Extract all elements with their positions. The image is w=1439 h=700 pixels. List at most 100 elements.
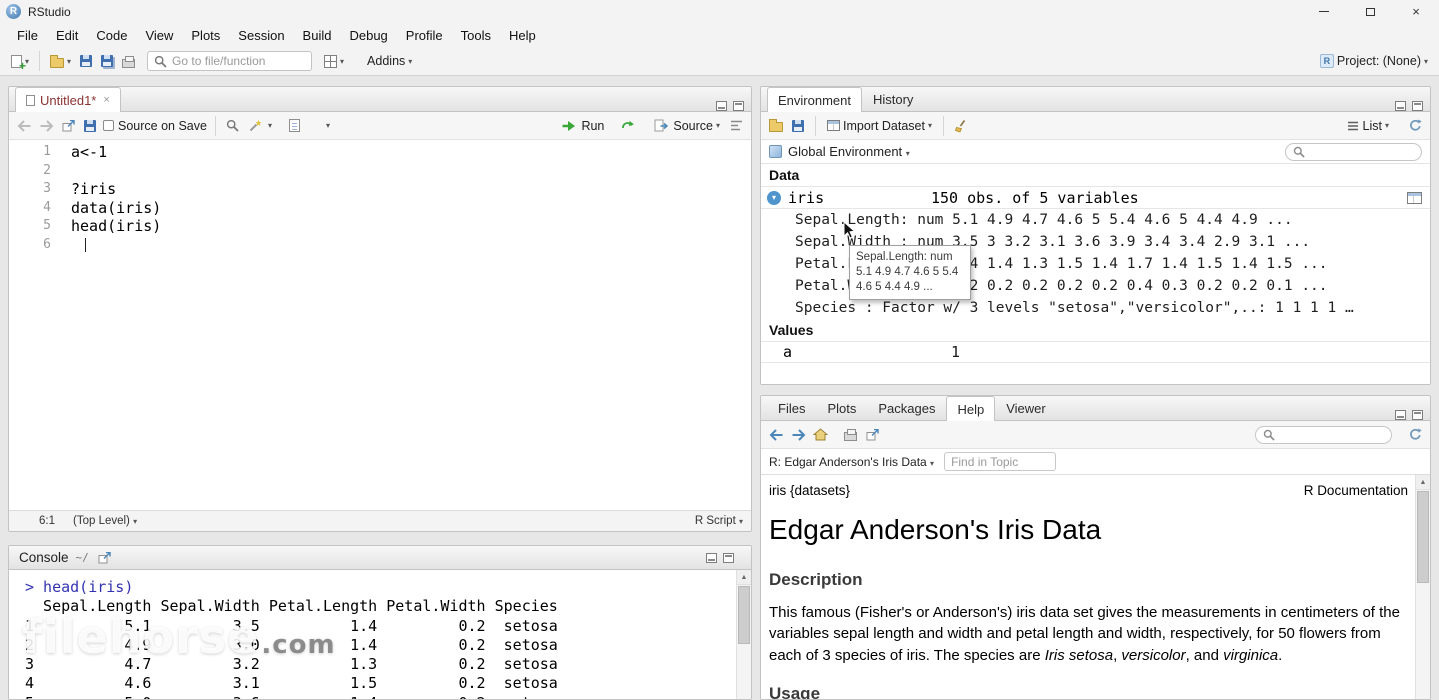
environment-search-input[interactable]	[1309, 145, 1414, 158]
new-file-button[interactable]: ▾	[8, 53, 32, 73]
console-scrollbar[interactable]: ▲	[736, 570, 751, 699]
help-search-box[interactable]	[1255, 425, 1392, 444]
menu-build[interactable]: Build	[294, 25, 341, 46]
editor-line[interactable]: 1 a<-1	[9, 143, 751, 162]
scrollbar-thumb[interactable]	[738, 586, 750, 644]
pane-minimize-button[interactable]	[716, 101, 727, 111]
console-title[interactable]: Console	[19, 550, 69, 565]
file-type-selector[interactable]: R Script ▾	[695, 515, 743, 527]
maximize-button[interactable]	[1347, 0, 1393, 23]
import-dataset-button[interactable]: Import Dataset ▾	[824, 117, 935, 135]
compile-report-icon[interactable]	[286, 117, 304, 135]
close-button[interactable]: ×	[1393, 0, 1439, 23]
pane-minimize-button[interactable]	[1395, 101, 1406, 111]
help-scrollbar[interactable]: ▲	[1415, 475, 1430, 699]
goto-file-input[interactable]	[172, 54, 306, 68]
save-all-button[interactable]	[98, 53, 116, 69]
save-button[interactable]	[77, 53, 95, 69]
source-button[interactable]: Source ▾	[649, 115, 723, 137]
menu-tools[interactable]: Tools	[452, 25, 500, 46]
tab-plots[interactable]: Plots	[816, 396, 867, 420]
menu-debug[interactable]: Debug	[340, 25, 396, 46]
menu-edit[interactable]: Edit	[47, 25, 87, 46]
find-in-topic-input[interactable]	[944, 452, 1057, 471]
refresh-icon[interactable]	[1406, 117, 1424, 135]
print-button[interactable]	[119, 53, 138, 70]
find-icon[interactable]	[224, 117, 242, 135]
minimize-button[interactable]	[1301, 0, 1347, 23]
code-tools-wand-icon[interactable]	[246, 117, 264, 135]
chevron-down-icon: ▾	[1423, 56, 1428, 66]
menu-plots[interactable]: Plots	[182, 25, 229, 46]
tab-untitled1[interactable]: Untitled1* ×	[15, 87, 121, 112]
print-icon[interactable]	[841, 426, 859, 444]
tab-files[interactable]: Files	[767, 396, 816, 420]
scroll-up-icon[interactable]: ▲	[737, 570, 751, 585]
menu-profile[interactable]: Profile	[397, 25, 452, 46]
chevron-down-icon[interactable]: ▾	[340, 57, 344, 66]
list-view-button[interactable]: List ▾	[1344, 115, 1392, 137]
pane-layout-button[interactable]: ▾	[321, 53, 347, 70]
tab-environment[interactable]: Environment	[767, 87, 862, 112]
refresh-icon[interactable]	[1406, 426, 1424, 444]
run-button[interactable]: Run	[557, 115, 607, 137]
view-data-grid-icon[interactable]	[1407, 191, 1422, 204]
tab-close-icon[interactable]: ×	[103, 94, 109, 106]
clear-workspace-broom-icon[interactable]	[952, 117, 970, 135]
tab-help[interactable]: Help	[946, 396, 996, 421]
popout-icon[interactable]	[96, 549, 114, 567]
menu-session[interactable]: Session	[229, 25, 293, 46]
home-icon[interactable]	[811, 426, 829, 444]
save-workspace-icon[interactable]	[789, 117, 807, 135]
goto-file-box[interactable]	[147, 51, 313, 71]
open-file-button[interactable]: ▾	[47, 53, 74, 70]
menu-code[interactable]: Code	[87, 25, 136, 46]
environment-scope-selector[interactable]: Global Environment ▾	[788, 144, 910, 159]
addins-button[interactable]: Addins ▾	[364, 52, 415, 70]
editor-line[interactable]: 2	[9, 162, 751, 181]
chevron-down-icon[interactable]: ▾	[716, 121, 720, 130]
menu-file[interactable]: File	[8, 25, 47, 46]
pane-maximize-button[interactable]	[1412, 410, 1423, 420]
editor-line[interactable]: 5 head(iris)	[9, 217, 751, 236]
load-workspace-icon[interactable]	[767, 117, 785, 135]
back-icon[interactable]	[767, 426, 785, 444]
environment-value-a[interactable]: a 1	[761, 341, 1430, 363]
chevron-down-icon[interactable]: ▾	[67, 57, 71, 66]
pane-minimize-button[interactable]	[706, 552, 717, 563]
pane-maximize-button[interactable]	[1412, 101, 1423, 111]
popout-icon[interactable]	[59, 117, 77, 135]
chevron-down-icon[interactable]: ▾	[268, 121, 272, 130]
back-icon[interactable]	[15, 117, 33, 135]
scope-selector[interactable]: (Top Level) ▾	[73, 515, 137, 527]
pane-maximize-button[interactable]	[733, 101, 744, 111]
source-on-save-checkbox[interactable]	[103, 120, 114, 131]
pane-maximize-button[interactable]	[723, 552, 734, 563]
save-icon[interactable]	[81, 117, 99, 135]
code-editor[interactable]: 1 a<-1 2 3 ?iris 4 data(iris) 5 head(iris) 6	[9, 140, 751, 510]
editor-line[interactable]: 6	[9, 236, 751, 255]
tab-viewer[interactable]: Viewer	[995, 396, 1057, 420]
menu-view[interactable]: View	[136, 25, 182, 46]
console-output[interactable]: > head(iris) Sepal.Length Sepal.Width Pe…	[9, 570, 751, 699]
environment-search-box[interactable]	[1285, 142, 1422, 161]
tab-history[interactable]: History	[862, 87, 924, 111]
editor-line[interactable]: 4 data(iris)	[9, 199, 751, 218]
editor-line[interactable]: 3 ?iris	[9, 180, 751, 199]
rerun-icon[interactable]	[619, 117, 637, 135]
pane-minimize-button[interactable]	[1395, 410, 1406, 420]
environment-object-iris[interactable]: ▾ iris 150 obs. of 5 variables	[761, 186, 1430, 209]
collapse-expander-icon[interactable]: ▾	[767, 190, 781, 205]
document-outline-icon[interactable]	[727, 117, 745, 135]
scroll-up-icon[interactable]: ▲	[1416, 475, 1430, 490]
forward-icon[interactable]	[789, 426, 807, 444]
forward-icon[interactable]	[37, 117, 55, 135]
help-search-input[interactable]	[1279, 428, 1384, 441]
chevron-down-icon[interactable]: ▾	[326, 121, 330, 130]
help-topic-selector[interactable]: R: Edgar Anderson's Iris Data ▾	[769, 455, 934, 469]
popout-icon[interactable]	[863, 426, 881, 444]
project-selector[interactable]: R Project: (None) ▾	[1317, 52, 1431, 70]
scrollbar-thumb[interactable]	[1417, 491, 1429, 583]
tab-packages[interactable]: Packages	[867, 396, 946, 420]
menu-help[interactable]: Help	[500, 25, 545, 46]
